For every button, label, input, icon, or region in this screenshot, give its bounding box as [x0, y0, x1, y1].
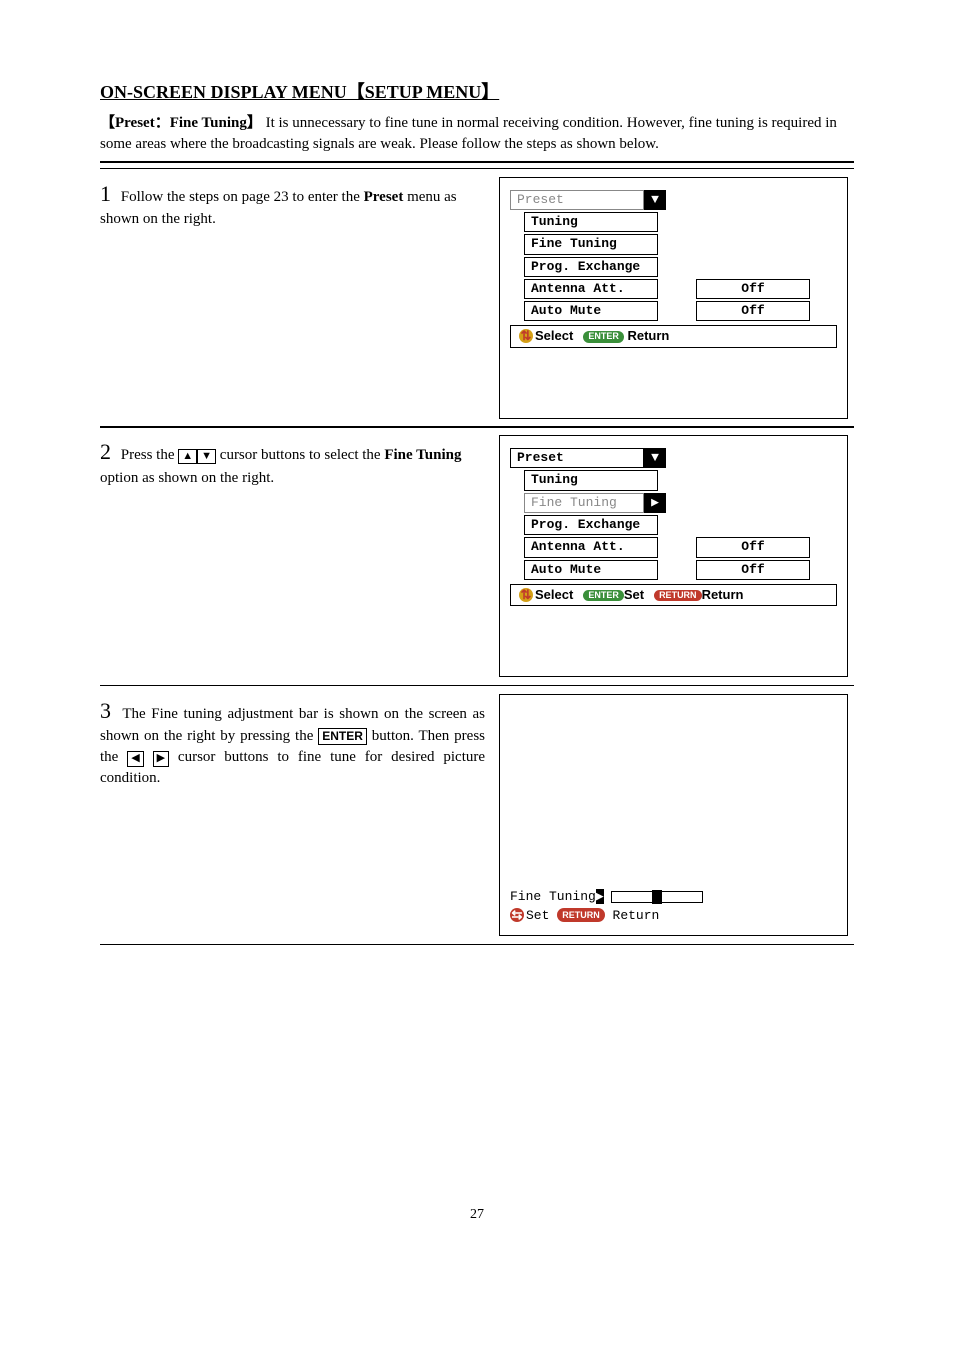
osd2-return-label: Return [702, 587, 744, 602]
enter-box: ENTER [318, 728, 367, 744]
osd-panel-1: Preset▼ Tuning Fine Tuning Prog. Exchang… [499, 177, 848, 419]
step-1-b: Preset [364, 189, 404, 205]
osd-title: Preset [510, 190, 644, 210]
osd2-title: Preset [510, 448, 644, 468]
osd-fine-tuning[interactable]: Fine Tuning [524, 234, 658, 254]
osd-tuning[interactable]: Tuning [524, 212, 658, 232]
osd2-antenna-value: Off [696, 537, 810, 557]
slider-thumb[interactable] [652, 890, 662, 904]
left-triangle-icon: ◀ [127, 751, 143, 766]
osd-automute-value: Off [696, 301, 810, 321]
fine-tuning-slider[interactable] [611, 891, 703, 903]
osd-bottom-bar: ⇅Select ENTER Return [510, 325, 837, 347]
step-2-b: cursor buttons to select the [216, 447, 384, 463]
updown-icon: ⇅ [519, 329, 533, 343]
updown-icon: ⇅ [519, 588, 533, 602]
osd2-automute-value: Off [696, 560, 810, 580]
right-triangle-icon: ▶ [153, 751, 169, 766]
step-1-osd: Preset▼ Tuning Fine Tuning Prog. Exchang… [493, 169, 854, 427]
step-3-row: 3 The Fine tuning adjustment bar is show… [100, 685, 854, 945]
enter-pill: ENTER [583, 590, 624, 602]
page-heading: ON-SCREEN DISPLAY MENU【SETUP MENU】 [100, 80, 854, 105]
osd2-fine-tuning[interactable]: Fine Tuning [524, 493, 644, 513]
osd3-fine-tuning: Fine Tuning [510, 889, 596, 904]
return-pill: RETURN [557, 908, 605, 923]
right-arrow-icon: ▶ [644, 493, 666, 513]
step-2-c: Fine Tuning [384, 447, 461, 463]
enter-pill: ENTER [583, 331, 624, 343]
page-number: 27 [100, 1205, 854, 1225]
osd2-set-label: Set [624, 587, 644, 602]
intro-label: 【Preset：Fine Tuning】 [100, 115, 262, 131]
step-1-a: Follow the steps on page 23 to enter the [121, 189, 364, 205]
down-arrow-icon: ▼ [644, 448, 666, 468]
osd-select-label: Select [535, 328, 573, 343]
osd-antenna-att[interactable]: Antenna Att. [524, 279, 658, 299]
step-2-d: option as shown on the right. [100, 470, 274, 486]
leftright-icon: ⇆ [510, 908, 524, 922]
osd2-antenna-att[interactable]: Antenna Att. [524, 537, 658, 557]
osd3-set-label: Set [526, 908, 549, 923]
osd3-return-label: Return [613, 908, 660, 923]
osd-antenna-value: Off [696, 279, 810, 299]
osd3-bottom-bar: ⇆Set RETURN Return [510, 907, 837, 925]
step-number-3: 3 [100, 698, 111, 723]
osd-prog-exchange[interactable]: Prog. Exchange [524, 257, 658, 277]
osd-panel-3: Fine Tuning▶ ⇆Set RETURN Return [499, 694, 848, 936]
osd2-auto-mute[interactable]: Auto Mute [524, 560, 658, 580]
down-arrow-icon: ▼ [644, 190, 666, 210]
step-2-row: 2 Press the ▲▼ cursor buttons to select … [100, 426, 854, 686]
osd2-bottom-bar: ⇅Select ENTERSet RETURNReturn [510, 584, 837, 606]
return-pill: RETURN [654, 590, 702, 602]
up-triangle-icon: ▲ [178, 449, 197, 464]
step-2-osd: Preset▼ Tuning Fine Tuning▶ Prog. Exchan… [493, 427, 854, 685]
osd-return-label: Return [627, 328, 669, 343]
osd2-prog-exchange[interactable]: Prog. Exchange [524, 515, 658, 535]
step-1-text: 1 Follow the steps on page 23 to enter t… [100, 169, 493, 427]
divider [100, 161, 854, 163]
step-1-row: 1 Follow the steps on page 23 to enter t… [100, 168, 854, 428]
osd-auto-mute[interactable]: Auto Mute [524, 301, 658, 321]
step-number-2: 2 [100, 439, 111, 464]
down-triangle-icon: ▼ [197, 449, 216, 464]
step-3-text: 3 The Fine tuning adjustment bar is show… [100, 686, 493, 944]
step-number-1: 1 [100, 181, 111, 206]
step-3-osd: Fine Tuning▶ ⇆Set RETURN Return [493, 686, 854, 944]
right-arrow-icon: ▶ [596, 889, 604, 904]
intro-paragraph: 【Preset：Fine Tuning】 It is unnecessary t… [100, 113, 854, 155]
step-2-a: Press the [121, 447, 179, 463]
osd2-tuning[interactable]: Tuning [524, 470, 658, 490]
osd-panel-2: Preset▼ Tuning Fine Tuning▶ Prog. Exchan… [499, 435, 848, 677]
step-2-text: 2 Press the ▲▼ cursor buttons to select … [100, 427, 493, 685]
osd2-select-label: Select [535, 587, 573, 602]
